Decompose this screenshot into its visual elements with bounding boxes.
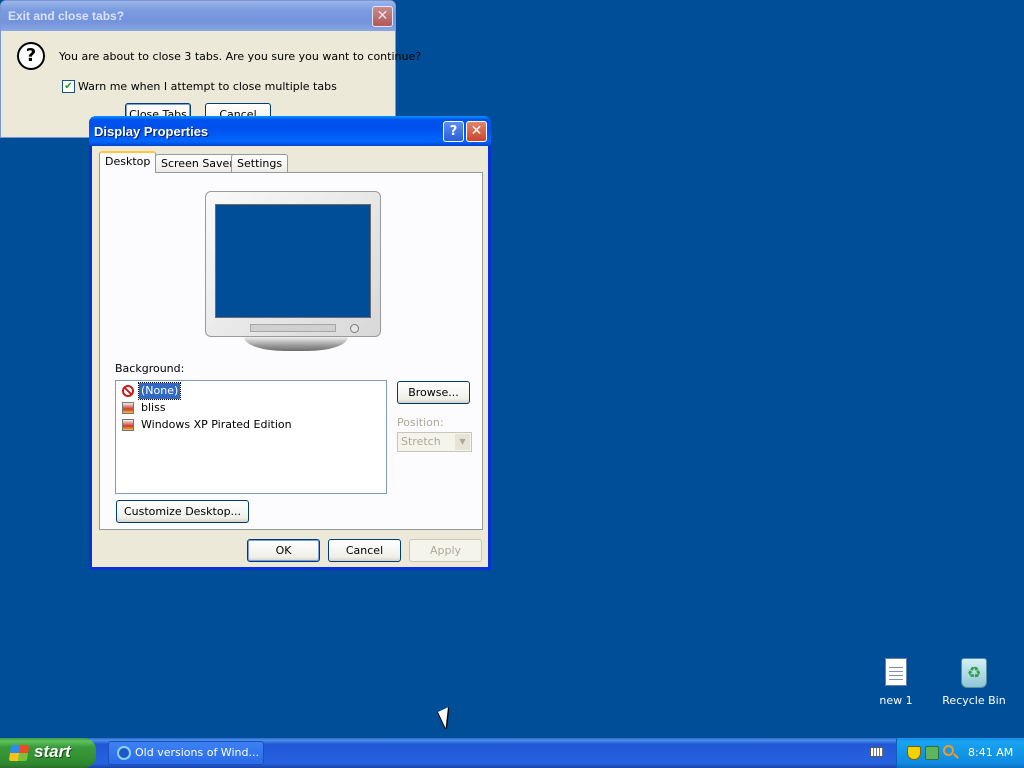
desktop-icon-new-1[interactable]: new 1 [856,658,936,707]
desktop-icon-recycle-bin[interactable]: ♻ Recycle Bin [934,658,1014,707]
taskbar-button-browser[interactable]: Old versions of Wind... [108,741,264,765]
notepad-icon [885,658,907,686]
position-select[interactable]: Stretch ▼ [397,432,472,452]
browse-button[interactable]: Browse... [397,381,470,404]
question-icon: ? [17,42,45,70]
monitor-stand [244,337,348,351]
image-icon [122,402,134,414]
background-label: Background: [115,362,185,375]
start-button-label: start [34,742,71,761]
desktop-icon-label: Recycle Bin [942,694,1006,707]
apply-button[interactable]: Apply [409,539,482,562]
keyboard-icon[interactable] [870,747,884,757]
display-properties-titlebar[interactable]: Display Properties ? ✕ [89,116,491,146]
monitor-preview [205,191,381,337]
display-properties-dialog: Display Properties ? ✕ Desktop Screen Sa… [89,116,491,570]
desktop-tab-panel: Background: (None) bliss Windows XP Pira… [99,172,483,530]
desktop-icon-label: new 1 [879,694,913,707]
system-tray: 8:41 AM [896,738,1024,768]
exit-dialog-close-button[interactable]: ✕ [372,6,393,27]
tab-screen-saver[interactable]: Screen Saver [155,154,240,173]
exit-dialog-title: Exit and close tabs? [8,9,125,23]
none-icon [122,385,134,397]
taskbar: start Old versions of Wind... 8:41 AM [0,738,1024,768]
background-item-label: bliss [141,401,166,414]
display-properties-close-button[interactable]: ✕ [466,121,487,142]
security-shield-icon[interactable] [907,746,921,760]
position-label: Position: [397,416,444,429]
warn-close-multiple-checkbox[interactable]: ✔ [62,80,75,93]
search-icon[interactable] [943,745,954,756]
exit-dialog-message: You are about to close 3 tabs. Are you s… [59,50,422,63]
tab-desktop[interactable]: Desktop [99,151,157,173]
exit-dialog-titlebar[interactable]: Exit and close tabs? ✕ [1,1,395,31]
background-item-label: Windows XP Pirated Edition [141,418,292,431]
browser-icon [117,746,131,760]
chevron-down-icon: ▼ [455,434,470,450]
background-item-label: (None) [137,382,182,400]
monitor-bezel [250,324,336,332]
image-icon [122,419,134,431]
tab-settings[interactable]: Settings [231,154,289,173]
recycle-bin-icon: ♻ [961,658,987,688]
position-select-value: Stretch [401,435,441,448]
warn-close-multiple-label[interactable]: Warn me when I attempt to close multiple… [78,80,337,93]
checkmark-icon: ✔ [64,81,73,92]
network-icon[interactable] [925,746,939,760]
ok-button[interactable]: OK [247,539,320,562]
help-button[interactable]: ? [443,121,464,142]
background-listbox[interactable]: (None) bliss Windows XP Pirated Edition [115,380,387,494]
display-properties-title: Display Properties [94,124,209,139]
clock[interactable]: 8:41 AM [968,746,1013,759]
start-button[interactable]: start [0,738,96,768]
cancel-button[interactable]: Cancel [328,539,401,562]
mouse-cursor-icon [438,707,456,729]
windows-logo-icon [8,745,30,761]
customize-desktop-button[interactable]: Customize Desktop... [116,500,249,523]
monitor-preview-screen [215,204,371,318]
monitor-power-icon [350,324,359,333]
taskbar-button-label: Old versions of Wind... [135,746,259,759]
